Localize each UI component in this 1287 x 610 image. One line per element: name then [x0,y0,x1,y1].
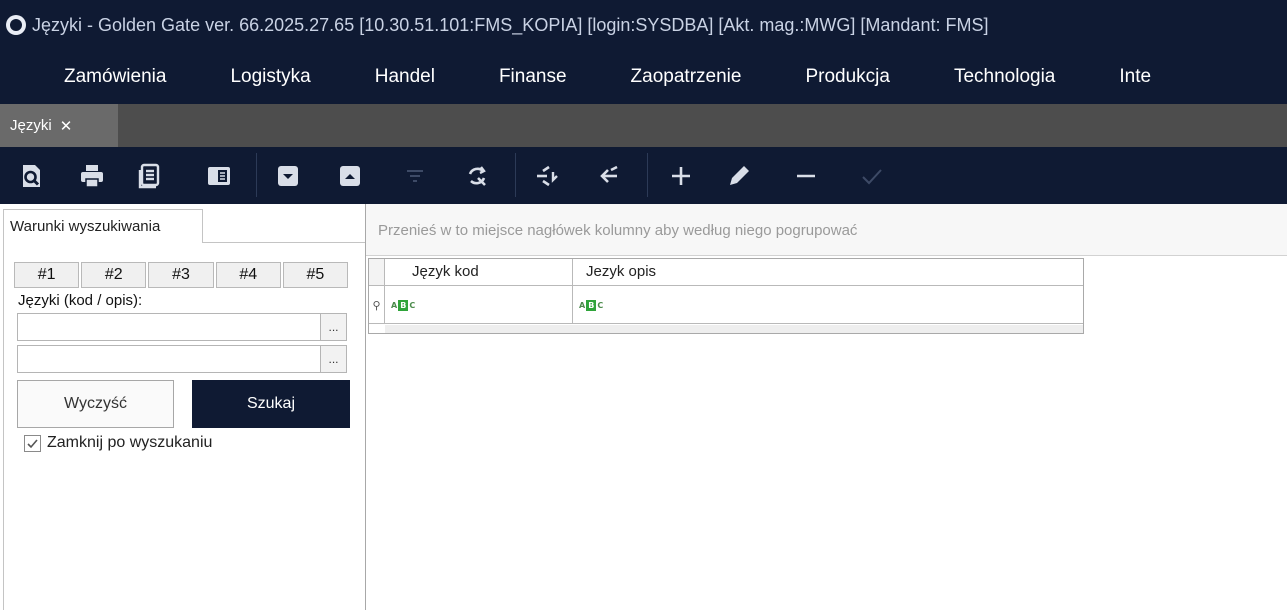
tab-label: Języki [10,117,52,134]
group-by-panel[interactable]: Przenieś w to miejsce nagłówek kolumny a… [366,204,1287,256]
tab-search-conditions[interactable]: Warunki wyszukiwania [3,209,203,243]
toolbar-separator [647,153,648,197]
language-desc-lookup-button[interactable]: ... [320,346,346,372]
export-icon[interactable] [333,159,367,193]
menu-inte[interactable]: Inte [1087,66,1183,88]
menu-zamowienia[interactable]: Zamówienia [0,66,198,88]
filter-cell-language-code[interactable]: ABC [385,286,573,324]
print-icon[interactable] [75,159,109,193]
filter-row-indicator-icon: ⚲ [369,286,385,324]
row-indicator-header [369,259,385,286]
checkmark-icon [27,438,38,448]
menu-handel[interactable]: Handel [343,66,467,88]
confirm-icon[interactable] [855,159,889,193]
filter-cell-language-desc[interactable]: ABC [573,286,1083,324]
switch-icon[interactable] [530,159,564,193]
condition-tab-4[interactable]: #4 [215,262,281,288]
window-title: Języki - Golden Gate ver. 66.2025.27.65 … [32,14,989,35]
languages-field-label: Języki (kod / opis): [18,292,143,309]
close-after-search-checkbox[interactable] [24,434,41,452]
condition-tab-5[interactable]: #5 [282,262,349,288]
column-header-language-desc[interactable]: Jezyk opis [573,259,1083,286]
report-icon[interactable] [134,159,168,193]
back-icon[interactable] [592,159,626,193]
search-button[interactable]: Szukaj [192,380,350,428]
language-code-field: ... [17,313,347,341]
language-code-lookup-button[interactable]: ... [320,314,346,340]
language-desc-input[interactable] [18,346,320,372]
toolbar-separator [515,153,516,197]
panel-icon[interactable] [202,159,236,193]
document-tab-strip: Języki ✕ [0,104,1287,147]
text-filter-icon: ABC [579,299,604,311]
toolbar [0,147,1287,204]
text-filter-icon: ABC [391,299,416,311]
refresh-icon[interactable] [460,159,494,193]
menu-zaopatrzenie[interactable]: Zaopatrzenie [599,66,774,88]
menu-logistyka[interactable]: Logistyka [198,66,342,88]
close-after-search-option: Zamknij po wyszukaniu [24,434,212,452]
app-logo-icon [6,15,26,35]
grid-footer [385,325,1083,333]
column-header-language-code[interactable]: Język kod [385,259,573,286]
language-desc-field: ... [17,345,347,373]
search-panel: Warunki wyszukiwania #1 #2 #3 #4 #5 Języ… [0,204,366,610]
title-bar: Języki - Golden Gate ver. 66.2025.27.65 … [0,0,1287,50]
toolbar-separator [256,153,257,197]
menu-technologia[interactable]: Technologia [922,66,1087,88]
condition-set-tabs: #1 #2 #3 #4 #5 [14,262,349,288]
add-icon[interactable] [664,159,698,193]
close-icon[interactable]: ✕ [60,117,73,135]
condition-tab-3[interactable]: #3 [148,262,214,288]
auto-filter-row: ⚲ ABC ABC [369,286,1083,324]
main-menu: Zamówienia Logistyka Handel Finanse Zaop… [0,50,1287,104]
menu-finanse[interactable]: Finanse [467,66,599,88]
import-icon[interactable] [271,159,305,193]
tab-jezyki[interactable]: Języki ✕ [0,104,118,147]
condition-tab-2[interactable]: #2 [81,262,147,288]
results-area: Przenieś w to miejsce nagłówek kolumny a… [366,204,1287,610]
filter-icon[interactable] [398,159,432,193]
menu-produkcja[interactable]: Produkcja [773,66,922,88]
edit-icon[interactable] [722,159,756,193]
language-code-input[interactable] [18,314,320,340]
close-after-search-label: Zamknij po wyszukaniu [47,434,213,451]
remove-icon[interactable] [789,159,823,193]
condition-tab-1[interactable]: #1 [14,262,80,288]
clear-button[interactable]: Wyczyść [17,380,174,428]
preview-icon[interactable] [14,159,48,193]
languages-grid: Język kod Jezyk opis ⚲ ABC ABC [368,258,1084,334]
